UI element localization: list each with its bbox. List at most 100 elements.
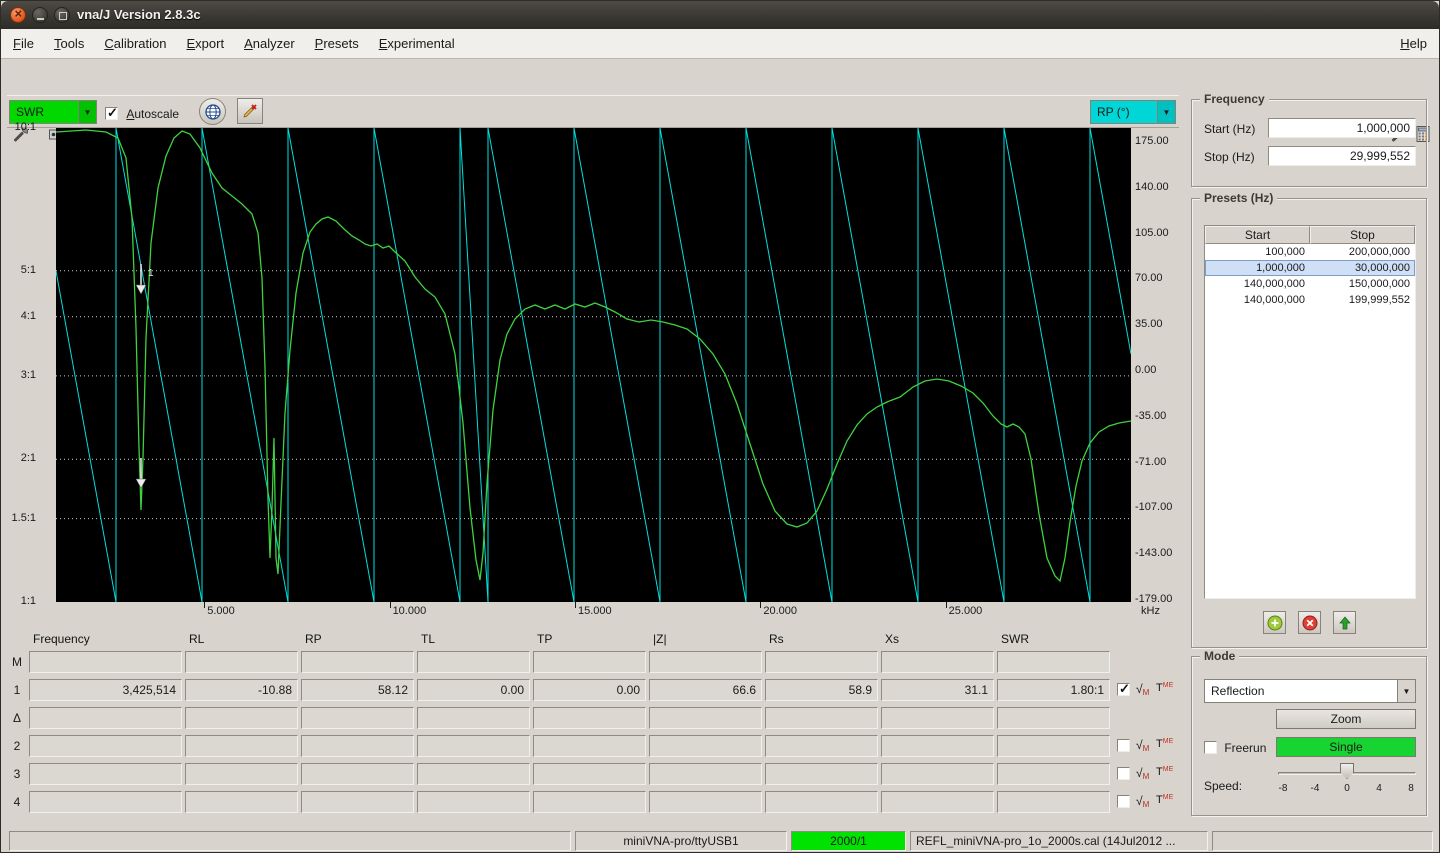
marker-cell[interactable]: 1.80:1 (997, 679, 1110, 701)
preset-cell[interactable]: 140,000,000 (1205, 292, 1310, 308)
stop-frequency-field[interactable]: 29,999,552 (1268, 146, 1416, 166)
marker-cell[interactable] (29, 763, 182, 785)
preset-row[interactable]: 100,000 200,000,000 (1205, 244, 1415, 260)
marker-cell[interactable] (533, 791, 646, 813)
marker-cell[interactable] (649, 651, 762, 673)
preset-cell[interactable]: 30,000,000 (1310, 260, 1415, 276)
marker-cell[interactable] (301, 651, 414, 673)
marker-cell[interactable] (765, 651, 878, 673)
marker-trace-icon[interactable]: TME (1156, 794, 1173, 810)
marker-math-icon[interactable]: √M (1136, 738, 1153, 754)
marker-cell[interactable] (185, 651, 298, 673)
preset-row[interactable]: 140,000,000 150,000,000 (1205, 276, 1415, 292)
marker-cell[interactable] (29, 791, 182, 813)
marker-cell[interactable] (417, 651, 530, 673)
marker-cell[interactable]: 3,425,514 (29, 679, 182, 701)
apply-preset-button[interactable] (1333, 611, 1356, 634)
marker-cell[interactable] (417, 707, 530, 729)
marker-cell[interactable]: 31.1 (881, 679, 994, 701)
marker-cell[interactable]: 58.12 (301, 679, 414, 701)
marker-cell[interactable] (881, 735, 994, 757)
marker-cell[interactable] (533, 763, 646, 785)
marker-trace-icon[interactable]: TME (1156, 738, 1173, 754)
preset-cell[interactable]: 100,000 (1205, 244, 1310, 260)
marker-cell[interactable] (301, 707, 414, 729)
marker-cell[interactable]: 66.6 (649, 679, 762, 701)
speed-slider[interactable]: -8 -4 0 4 8 (1278, 761, 1416, 803)
marker-cell[interactable] (649, 707, 762, 729)
preset-row[interactable]: 1,000,000 30,000,000 (1205, 260, 1415, 276)
marker-cell[interactable] (185, 707, 298, 729)
marker-trace-icon[interactable]: TME (1156, 766, 1173, 782)
marker-visible-checkbox[interactable] (1117, 767, 1130, 780)
delete-preset-button[interactable] (1298, 611, 1321, 634)
marker-visible-checkbox[interactable] (1117, 795, 1130, 808)
tick-label: 8 (1408, 783, 1414, 794)
presets-column-stop[interactable]: Stop (1310, 226, 1415, 244)
presets-column-start[interactable]: Start (1205, 226, 1310, 244)
marker-cell[interactable] (997, 707, 1110, 729)
marker-cell[interactable] (29, 707, 182, 729)
slider-tick-labels: -8 -4 0 4 8 (1275, 783, 1419, 794)
zoom-button[interactable]: Zoom (1276, 709, 1416, 729)
marker-cell[interactable] (765, 763, 878, 785)
marker-cell[interactable] (533, 651, 646, 673)
preset-cell[interactable]: 150,000,000 (1310, 276, 1415, 292)
marker-cell[interactable] (649, 791, 762, 813)
marker-cell[interactable] (649, 735, 762, 757)
marker-math-icon[interactable]: √M (1136, 794, 1153, 810)
marker-cell[interactable] (997, 735, 1110, 757)
marker-cell[interactable] (417, 791, 530, 813)
marker-cell[interactable] (765, 735, 878, 757)
checkbox-box[interactable] (1204, 741, 1217, 755)
marker-cell[interactable] (881, 791, 994, 813)
marker-cell[interactable]: 0.00 (417, 679, 530, 701)
column-header: RL (189, 632, 205, 646)
single-button[interactable]: Single (1276, 737, 1416, 757)
start-frequency-field[interactable]: 1,000,000 (1268, 118, 1416, 138)
marker-math-icon[interactable]: √M (1136, 682, 1153, 698)
marker-cell[interactable] (997, 791, 1110, 813)
frequency-group: Frequency Start (Hz) 1,000,000 Stop (Hz)… (1191, 92, 1427, 187)
marker-cell[interactable] (185, 791, 298, 813)
mode-select[interactable]: Reflection ▼ (1204, 679, 1416, 703)
marker-cell[interactable] (881, 763, 994, 785)
marker-cell[interactable] (881, 651, 994, 673)
marker-cell[interactable] (417, 735, 530, 757)
preset-cell[interactable]: 199,999,552 (1310, 292, 1415, 308)
marker-trace-icon[interactable]: TME (1156, 682, 1173, 698)
marker-cell[interactable] (649, 763, 762, 785)
preset-cell[interactable]: 200,000,000 (1310, 244, 1415, 260)
marker-cell[interactable] (185, 735, 298, 757)
preset-cell[interactable]: 1,000,000 (1205, 260, 1310, 276)
marker-cell[interactable] (765, 707, 878, 729)
marker-cell[interactable]: -10.88 (185, 679, 298, 701)
marker-cell[interactable] (29, 735, 182, 757)
marker-math-icon[interactable]: √M (1136, 766, 1153, 782)
marker-cell[interactable] (765, 791, 878, 813)
marker-cell[interactable] (997, 651, 1110, 673)
marker-cell[interactable] (301, 735, 414, 757)
status-segment-empty (1212, 831, 1433, 851)
marker-cell[interactable]: 0.00 (533, 679, 646, 701)
marker-cell[interactable] (301, 791, 414, 813)
freerun-checkbox[interactable]: Freerun (1204, 740, 1266, 755)
status-calibration-file: REFL_miniVNA-pro_1o_2000s.cal (14Jul2012… (910, 831, 1208, 851)
marker-cell[interactable] (533, 707, 646, 729)
marker-cell[interactable] (185, 763, 298, 785)
preset-cell[interactable]: 140,000,000 (1205, 276, 1310, 292)
marker-cell[interactable] (533, 735, 646, 757)
marker-cell[interactable] (881, 707, 994, 729)
marker-visible-checkbox[interactable] (1117, 681, 1130, 697)
preset-row[interactable]: 140,000,000 199,999,552 (1205, 292, 1415, 308)
marker-visible-checkbox[interactable] (1117, 739, 1130, 752)
presets-rows: 100,000 200,000,000 1,000,000 30,000,000 140… (1205, 244, 1415, 308)
marker-cell[interactable] (301, 763, 414, 785)
marker-cell[interactable]: 58.9 (765, 679, 878, 701)
slider-thumb[interactable] (1340, 763, 1354, 779)
app-window: vna/J Version 2.8.3c FileToolsCalibratio… (0, 0, 1440, 853)
add-preset-button[interactable] (1263, 611, 1286, 634)
marker-cell[interactable] (417, 763, 530, 785)
marker-cell[interactable] (997, 763, 1110, 785)
marker-cell[interactable] (29, 651, 182, 673)
